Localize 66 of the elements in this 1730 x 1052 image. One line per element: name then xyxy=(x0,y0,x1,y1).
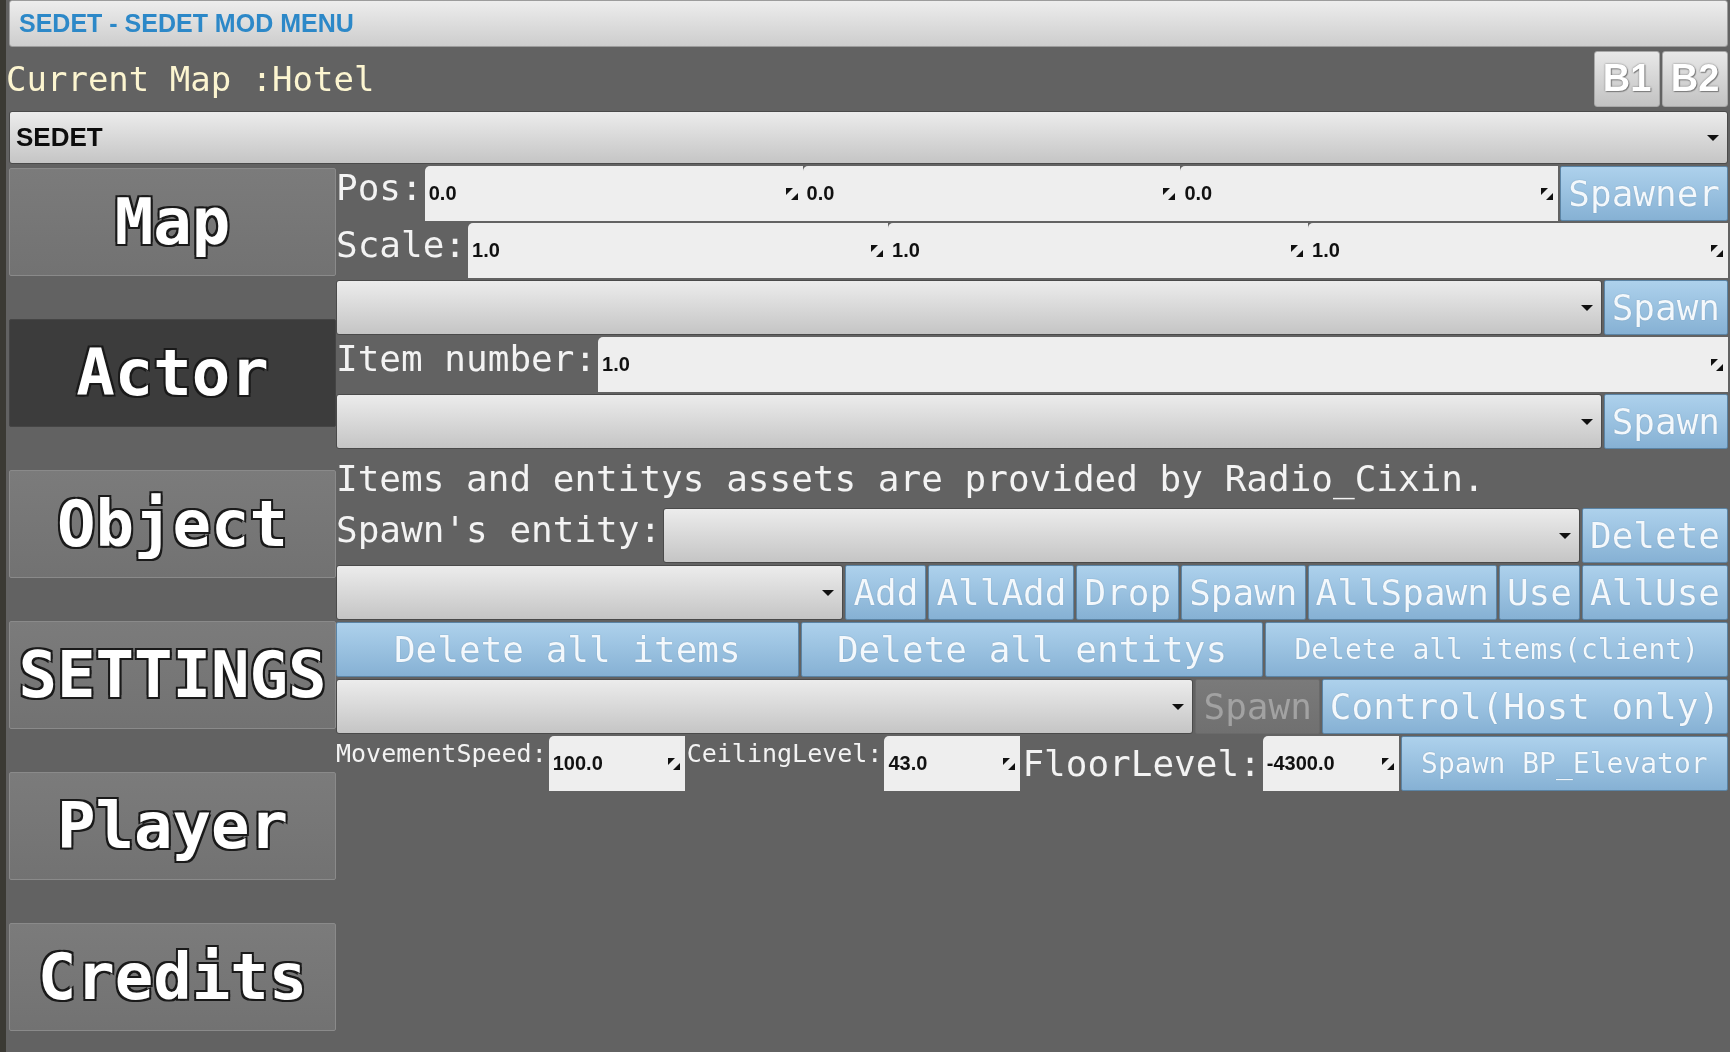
caret-icon xyxy=(1580,304,1593,311)
sidebar-tab[interactable]: Map xyxy=(9,168,336,276)
action-button[interactable]: Spawn BP_Elevator xyxy=(1400,736,1728,791)
action-button[interactable]: AllAdd xyxy=(928,565,1075,620)
dropdown[interactable] xyxy=(336,394,1602,449)
field-label: MovementSpeed: xyxy=(336,738,547,770)
caret-icon xyxy=(1580,418,1593,425)
current-map-label: Current Map :Hotel xyxy=(6,58,375,99)
spin-arrows-icon xyxy=(1003,757,1016,770)
field-label: CeilingLevel: xyxy=(686,738,883,770)
spin-arrows-icon xyxy=(1711,244,1723,257)
number-field[interactable]: 0.0 xyxy=(802,166,1181,221)
field-label: Item number: xyxy=(336,337,597,381)
dropdown[interactable] xyxy=(336,565,844,620)
field-label: FloorLevel: xyxy=(1022,741,1261,786)
caret-icon xyxy=(1707,134,1719,141)
action-button[interactable]: Delete all items(client) xyxy=(1265,622,1728,677)
spin-arrows-icon xyxy=(1381,757,1394,770)
field-label: Pos: xyxy=(336,166,423,210)
spin-arrows-icon xyxy=(667,757,680,770)
action-button[interactable]: Delete xyxy=(1581,508,1728,563)
number-field[interactable]: 0.0 xyxy=(1180,166,1559,221)
action-button[interactable]: Spawn xyxy=(1181,565,1306,620)
number-field[interactable]: 1.0 xyxy=(1308,223,1728,278)
field-label: Scale: xyxy=(336,223,467,267)
number-field[interactable]: 100.0 xyxy=(548,736,685,791)
window-title: SEDET - SEDET MOD MENU xyxy=(19,9,354,38)
action-button[interactable]: Delete all items xyxy=(336,622,799,677)
sidebar-tab[interactable]: SETTINGS xyxy=(9,621,336,729)
action-button[interactable]: Drop xyxy=(1076,565,1180,620)
action-button[interactable]: Spawner xyxy=(1560,166,1728,221)
spin-arrows-icon xyxy=(1291,244,1303,257)
sidebar-tab[interactable]: Actor xyxy=(9,319,336,427)
number-field[interactable]: 1.0 xyxy=(468,223,889,278)
dropdown[interactable]: SEDET xyxy=(9,111,1728,164)
sidebar-tab[interactable]: Credits xyxy=(9,923,336,1031)
number-field[interactable]: 0.0 xyxy=(424,166,803,221)
header-button[interactable]: B1 xyxy=(1594,50,1660,107)
sidebar-tab[interactable]: Player xyxy=(9,772,336,880)
info-text: Items and entitys assets are provided by Radio_Cixin. xyxy=(336,458,1485,499)
number-field[interactable]: -4300.0 xyxy=(1262,736,1399,791)
dropdown[interactable] xyxy=(336,280,1602,335)
caret-icon xyxy=(1558,532,1571,539)
field-label: Spawn's entity: xyxy=(336,508,662,552)
spin-arrows-icon xyxy=(1541,187,1554,200)
dropdown[interactable] xyxy=(336,679,1194,734)
caret-icon xyxy=(1172,703,1185,710)
number-field[interactable]: 43.0 xyxy=(884,736,1021,791)
spin-arrows-icon xyxy=(871,244,884,257)
header-button[interactable]: B2 xyxy=(1662,50,1728,107)
action-button[interactable]: Spawn xyxy=(1603,280,1728,335)
dropdown[interactable] xyxy=(663,508,1580,563)
number-field[interactable]: 1.0 xyxy=(598,337,1728,392)
number-field[interactable]: 1.0 xyxy=(888,223,1308,278)
action-button[interactable]: AllUse xyxy=(1581,565,1728,620)
action-button[interactable]: Use xyxy=(1498,565,1580,620)
spin-arrows-icon xyxy=(1711,358,1723,371)
action-button[interactable]: Delete all entitys xyxy=(800,622,1264,677)
action-button[interactable]: AllSpawn xyxy=(1307,565,1497,620)
action-button[interactable]: Add xyxy=(845,565,927,620)
spin-arrows-icon xyxy=(785,187,798,200)
sidebar-tab[interactable]: Object xyxy=(9,470,336,578)
caret-icon xyxy=(822,589,835,596)
action-button[interactable]: Spawn xyxy=(1603,394,1728,449)
spin-arrows-icon xyxy=(1163,187,1176,200)
action-button[interactable]: Control(Host only) xyxy=(1321,679,1728,734)
